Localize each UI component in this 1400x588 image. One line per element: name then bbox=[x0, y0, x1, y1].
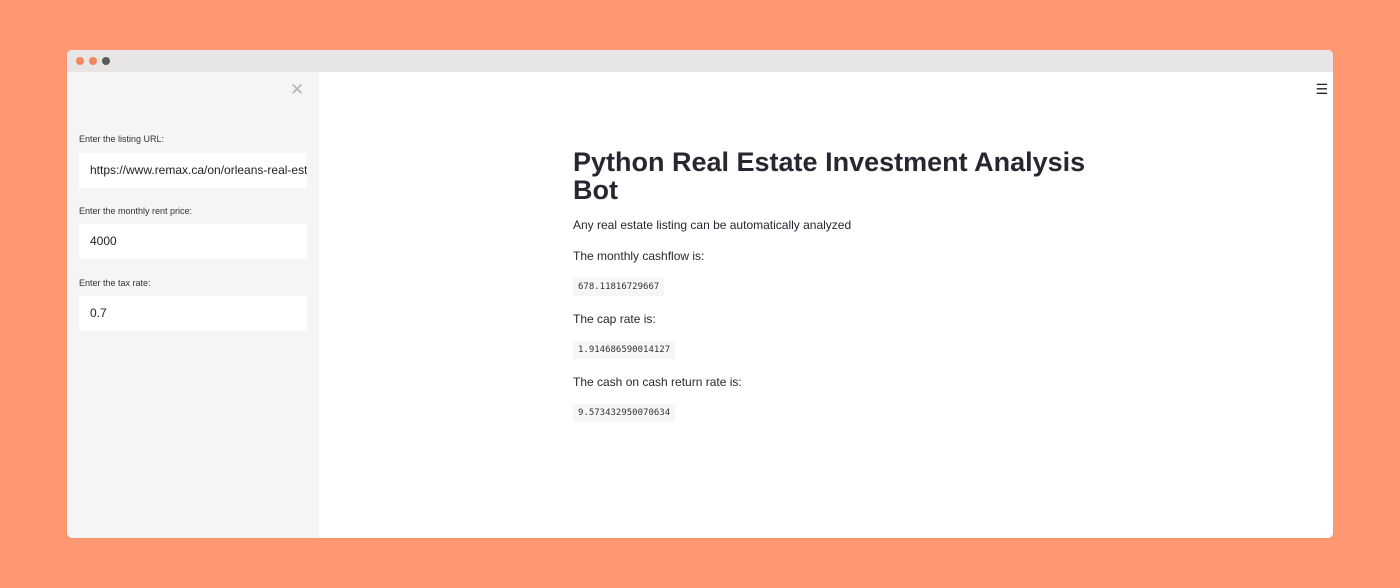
main-panel: ☰ Python Real Estate Investment Analysis… bbox=[319, 72, 1333, 538]
app-window: ✕ Enter the listing URL: https://www.rem… bbox=[67, 50, 1333, 538]
window-close-dot[interactable] bbox=[76, 57, 84, 65]
sidebar: ✕ Enter the listing URL: https://www.rem… bbox=[67, 72, 319, 538]
monthly-cashflow-label: The monthly cashflow is: bbox=[573, 249, 705, 263]
cash-on-cash-label: The cash on cash return rate is: bbox=[573, 375, 742, 389]
cap-rate-label: The cap rate is: bbox=[573, 312, 656, 326]
cash-on-cash-value: 9.573432950070634 bbox=[573, 404, 676, 422]
listing-url-label: Enter the listing URL: bbox=[79, 134, 165, 144]
listing-url-input[interactable]: https://www.remax.ca/on/orleans-real-est… bbox=[79, 153, 307, 188]
window-titlebar bbox=[67, 50, 1333, 72]
window-minimize-dot[interactable] bbox=[89, 57, 97, 65]
monthly-cashflow-value: 678.11816729667 bbox=[573, 278, 665, 296]
hamburger-menu-icon[interactable]: ☰ bbox=[1315, 82, 1328, 96]
page-title: Python Real Estate Investment Analysis B… bbox=[573, 147, 1086, 205]
cap-rate-value: 1.914686590014127 bbox=[573, 341, 676, 359]
close-sidebar-icon[interactable]: ✕ bbox=[290, 81, 304, 99]
monthly-rent-label: Enter the monthly rent price: bbox=[79, 206, 193, 216]
monthly-rent-input[interactable]: 4000 bbox=[79, 224, 307, 259]
window-maximize-dot[interactable] bbox=[102, 57, 110, 65]
tax-rate-label: Enter the tax rate: bbox=[79, 278, 151, 288]
page-subtitle: Any real estate listing can be automatic… bbox=[573, 218, 852, 232]
main-content: Python Real Estate Investment Analysis B… bbox=[573, 148, 1113, 422]
tax-rate-input[interactable]: 0.7 bbox=[79, 296, 307, 331]
